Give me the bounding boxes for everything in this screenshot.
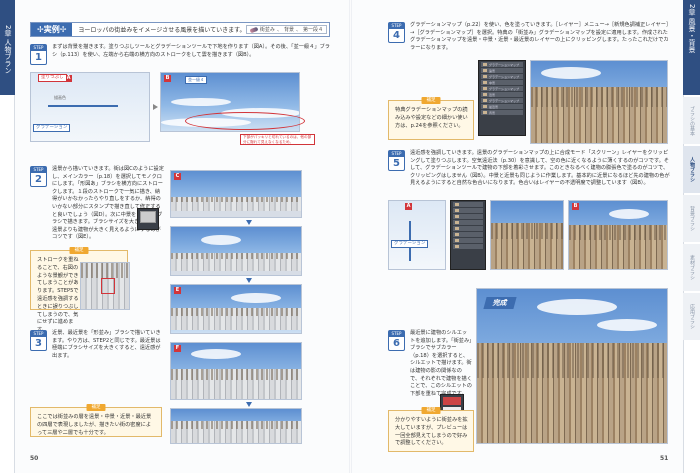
- fill-tool-callout: 塗りつぶし: [38, 74, 67, 82]
- step-3-text: 近景、最近景を「形並み」ブラシで描いていきます。やり方は、STEP2と同じです。…: [52, 330, 161, 359]
- step-1-text: まずは背景を描きます。塗りつぶしツールとグラデーションツールで下地を作ります（図…: [52, 44, 330, 58]
- figure-tag-e: E: [174, 287, 181, 294]
- book-spread: 2章 人物ブラン ✢実例✢ ヨーロッパの街並みをイメージさせる風景を描いていきま…: [0, 0, 700, 473]
- step-6-text: 最近景に建物のシルエットを追加します。「街並み」ブラシでサブカラー（p.18）を…: [410, 330, 472, 397]
- hint-text: 特典グラデーションマップの読み込みや設定などの細かい使い方は、p.24を参照くだ…: [395, 107, 468, 129]
- hint-text: ストロークを重ねることで、右図のような景観ができてしまうことがあります。STEP…: [37, 257, 79, 333]
- step-5-badge: STEP 5: [388, 150, 405, 171]
- step-1-note: 下部がパッキリと切れているのは、他の部分に隠れて見えなくなるため。: [240, 134, 315, 145]
- step-6-badge: STEP 6: [388, 330, 405, 351]
- gradient-tool-callout: グラデーション: [33, 124, 71, 132]
- highlight-ellipse: [185, 112, 305, 130]
- figure-a-right-panel: A: [388, 200, 446, 270]
- final-image: 完成: [476, 288, 668, 444]
- example-tag: ✢実例✢: [31, 23, 73, 36]
- draw-color-label: 描画色: [54, 95, 66, 100]
- brush-callout: 並一級４: [185, 76, 207, 84]
- step-4-image: [530, 60, 668, 144]
- layer-panel: グラデーションマップ 遠景 グラデーションマップ 中景 グラデーションマップ 近…: [478, 60, 526, 136]
- hint-text: ここでは街並みの層を遠景・中景・近景・最近景の四層で表現しましたが、描きたい街の…: [37, 414, 152, 436]
- right-page-number: 51: [660, 455, 669, 462]
- example-description: ヨーロッパの街並みをイメージさせる風景を描いていきます。: [78, 27, 246, 34]
- hint-box-3: 補足 特典グラデーションマップの読み込みや設定などの細かい使い方は、p.24を参…: [388, 97, 474, 140]
- right-side-tab: 2章 風景・背景 ブラシの基本 人物ブラシ 背景ブラシ 素材ブラシ 応用ブラシ: [683, 0, 700, 473]
- arrow-down-icon: [246, 220, 252, 225]
- side-tab-item[interactable]: 背景ブラシ: [683, 195, 700, 242]
- hint-title: 補足: [421, 407, 441, 414]
- step-3-badge: STEP 3: [30, 330, 47, 351]
- figure-tag-b: B: [164, 75, 171, 82]
- brush-icon: [249, 26, 259, 33]
- hint-title: 補足: [421, 97, 441, 104]
- left-side-tab: 2章 人物ブラン: [0, 0, 15, 473]
- step-4-badge: STEP 4: [388, 22, 405, 43]
- example-header: ✢実例✢ ヨーロッパの街並みをイメージさせる風景を描いていきます。 街並み、背景…: [30, 22, 330, 37]
- figure-e-panel: E: [170, 284, 302, 334]
- figure-tag-b: B: [572, 203, 579, 210]
- layer-panel-2: [450, 200, 486, 270]
- side-tab-item-active[interactable]: 人物ブラシ: [683, 146, 700, 193]
- brush-chip: 街並み、背景、第一段４: [245, 25, 327, 34]
- figure-f-panel: F: [170, 342, 302, 400]
- step-2-text: 遠景から描いていきます。街は図Cのように設定し、メインカラー（p.18）を選択し…: [52, 166, 164, 241]
- gradient-callout: グラデーション: [391, 240, 429, 248]
- side-tab-list: ブラシの基本 人物ブラシ 背景ブラシ 素材ブラシ 応用ブラシ: [683, 97, 700, 342]
- figure-b-right-panel: B: [568, 200, 668, 270]
- left-chapter-label: 2章 人物ブラン: [0, 0, 15, 95]
- figure-tag-c: C: [174, 173, 181, 180]
- step-2-badge: STEP 2: [30, 166, 47, 187]
- step-5-text: 遠近感を強調していきます。遠景のグラデーションマップの上に合成モード「スクリーン…: [410, 150, 670, 187]
- left-page-number: 50: [30, 455, 39, 462]
- arrow-down-icon: [246, 402, 252, 407]
- color-picker-panel: [137, 208, 159, 230]
- hint-1-image: [80, 262, 130, 310]
- arrow-down-icon: [246, 278, 252, 283]
- step-5-image-a: [490, 200, 564, 270]
- side-tab-item[interactable]: ブラシの基本: [683, 97, 700, 144]
- gradient-line: [48, 105, 118, 107]
- step-4-text: グラデーションマップ（p.22）を使い、色を塗っていきます。［レイヤー］メニュー…: [410, 22, 669, 51]
- step-1-badge: STEP 1: [30, 44, 47, 65]
- complete-banner: 完成: [483, 297, 517, 309]
- page-gutter: [349, 0, 352, 473]
- figure-tag-f: F: [174, 345, 181, 352]
- hint-box-2: 補足 ここでは街並みの層を遠景・中景・近景・最近景の四層で表現しましたが、描きた…: [30, 404, 162, 437]
- figure-f2-panel: [170, 408, 302, 444]
- side-tab-item[interactable]: 素材ブラシ: [683, 244, 700, 291]
- hint-text: 分かりやすいように街並みを拡大していますが、プレビューは一回全部見えてしまうので…: [395, 417, 468, 447]
- arrow-right-icon: [153, 104, 158, 110]
- side-tab-item[interactable]: 応用ブラシ: [683, 293, 700, 340]
- hint-title: 補足: [69, 247, 89, 254]
- right-chapter-label: 2章 風景・背景: [683, 0, 700, 95]
- figure-c-panel: C: [170, 170, 302, 218]
- figure-tag-a: A: [405, 203, 412, 210]
- hint-box-4: 補足 分かりやすいように街並みを拡大していますが、プレビューは一回全部見えてしま…: [388, 407, 474, 452]
- figure-d-panel: [170, 226, 302, 276]
- hint-title: 補足: [86, 404, 106, 411]
